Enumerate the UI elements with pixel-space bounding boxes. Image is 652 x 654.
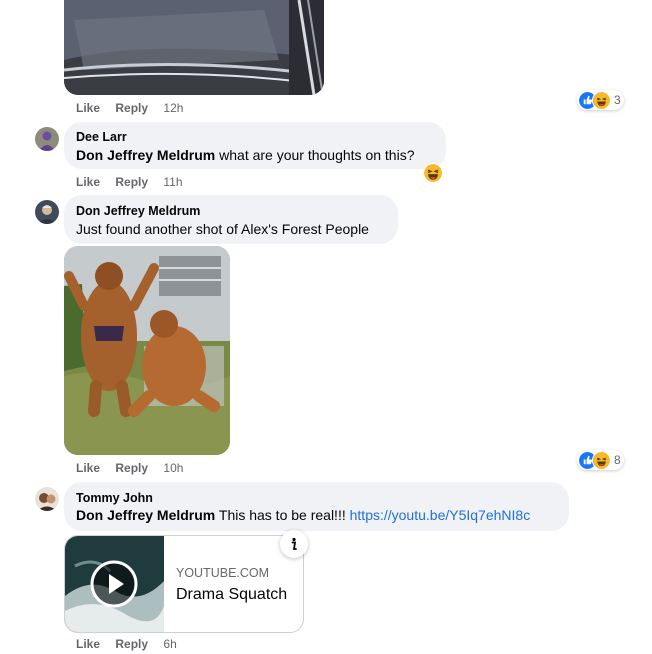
reaction-count: 3 xyxy=(614,93,621,107)
play-icon xyxy=(90,560,138,608)
comment-actions: Like Reply 11h xyxy=(76,175,183,189)
comment-bubble: Tommy John Don Jeffrey Meldrum This has … xyxy=(64,482,569,531)
like-link[interactable]: Like xyxy=(76,101,100,115)
car-photo-image xyxy=(64,0,324,95)
haha-icon xyxy=(592,450,611,470)
play-button[interactable] xyxy=(90,560,138,608)
avatar[interactable] xyxy=(35,200,59,224)
comment-author[interactable]: Tommy John xyxy=(76,491,153,505)
avatar-don-jeffrey-meldrum xyxy=(35,200,59,224)
bigfoot-photo[interactable] xyxy=(64,246,230,455)
comment-body: what are your thoughts on this? xyxy=(215,147,415,163)
reaction-summary[interactable] xyxy=(423,163,443,188)
avatar[interactable] xyxy=(35,487,59,511)
comment-author[interactable]: Don Jeffrey Meldrum xyxy=(76,204,200,218)
avatar-dee-larr xyxy=(35,127,59,151)
reply-link[interactable]: Reply xyxy=(115,461,148,475)
mention-link[interactable]: Don Jeffrey Meldrum xyxy=(76,147,215,163)
comment-bubble: Dee Larr Don Jeffrey Meldrum what are yo… xyxy=(64,122,446,169)
info-icon xyxy=(291,537,297,550)
link-preview-card[interactable]: YOUTUBE.COM Drama Squatch xyxy=(64,535,304,633)
comment-bubble: Don Jeffrey Meldrum Just found another s… xyxy=(64,195,398,244)
bigfoot-photo-image xyxy=(64,246,230,455)
comment-actions: Like Reply 10h xyxy=(76,461,183,475)
comment-text: Don Jeffrey Meldrum This has to be real!… xyxy=(76,507,530,523)
like-link[interactable]: Like xyxy=(76,461,100,475)
avatar-tommy-john xyxy=(35,487,59,511)
haha-icon xyxy=(592,90,611,110)
like-link[interactable]: Like xyxy=(76,175,100,189)
reply-link[interactable]: Reply xyxy=(115,101,148,115)
youtube-link[interactable]: https://youtu.be/Y5Iq7ehNI8c xyxy=(350,507,531,523)
reaction-count: 8 xyxy=(614,453,621,467)
comment-timestamp[interactable]: 12h xyxy=(163,101,183,115)
preview-title: Drama Squatch xyxy=(176,586,288,603)
car-photo[interactable] xyxy=(64,0,324,95)
like-link[interactable]: Like xyxy=(76,637,100,651)
comment-timestamp[interactable]: 11h xyxy=(163,175,182,189)
reaction-summary[interactable]: 8 xyxy=(577,450,624,470)
haha-icon xyxy=(423,163,443,183)
mention-link[interactable]: Don Jeffrey Meldrum xyxy=(76,507,215,523)
reply-link[interactable]: Reply xyxy=(115,175,148,189)
preview-domain: YOUTUBE.COM xyxy=(176,566,270,580)
comment-body: Just found another shot of Alex's Forest… xyxy=(76,221,369,237)
avatar[interactable] xyxy=(35,127,59,151)
comment-timestamp[interactable]: 6h xyxy=(163,637,176,651)
comment-author[interactable]: Dee Larr xyxy=(76,130,127,144)
reaction-summary[interactable]: 3 xyxy=(577,90,624,110)
comment-body: This has to be real!!! xyxy=(215,507,350,523)
comment-text: Don Jeffrey Meldrum what are your though… xyxy=(76,147,414,163)
reply-link[interactable]: Reply xyxy=(115,637,148,651)
info-button[interactable] xyxy=(280,530,308,558)
comment-actions: Like Reply 12h xyxy=(76,101,183,115)
comment-actions: Like Reply 6h xyxy=(76,637,177,651)
comment-timestamp[interactable]: 10h xyxy=(163,461,183,475)
